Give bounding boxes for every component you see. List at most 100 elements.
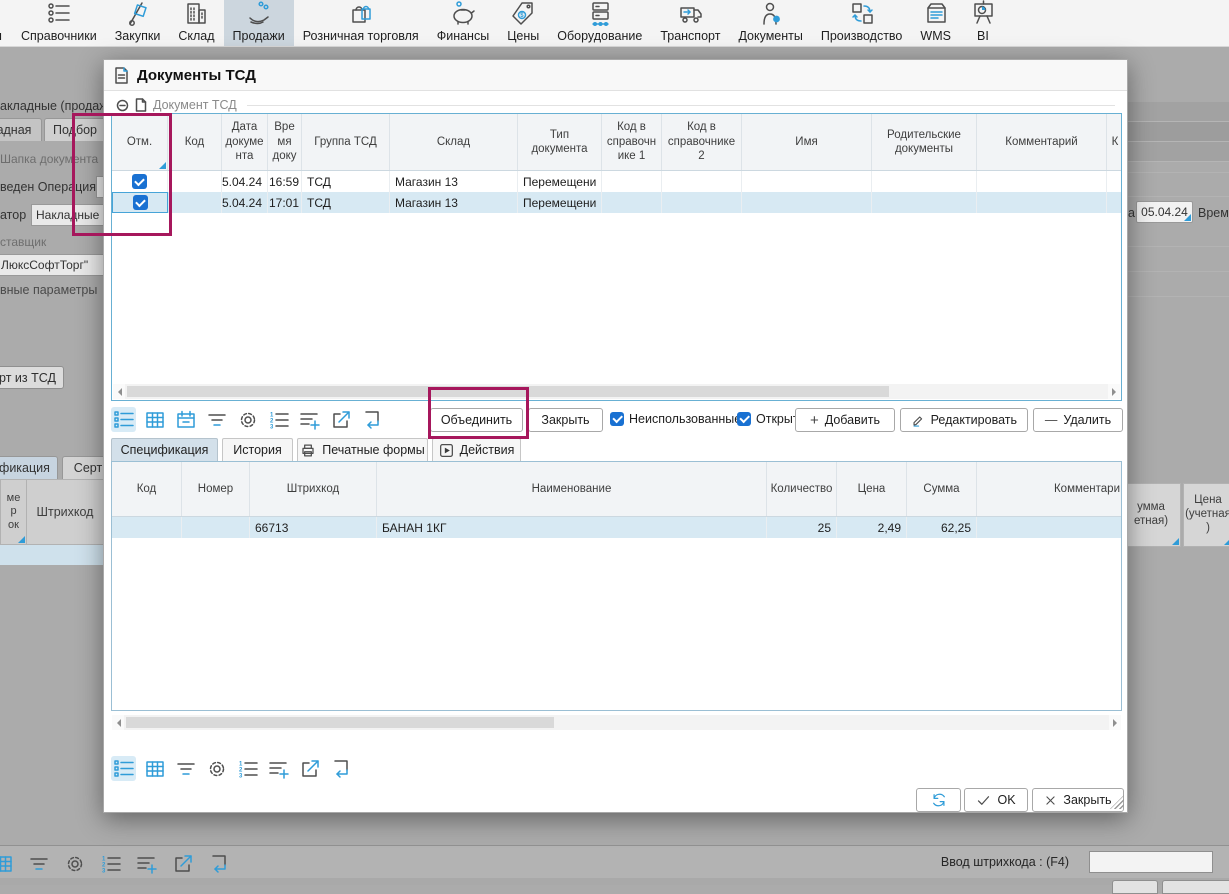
- checkbox-checked[interactable]: [737, 412, 751, 426]
- tab-history[interactable]: История: [222, 438, 293, 461]
- column-header-ref-code-2[interactable]: Код в справочнике 2: [662, 114, 742, 170]
- background-operator-field[interactable]: Накладные (п: [31, 204, 104, 226]
- collapse-icon[interactable]: [116, 99, 129, 112]
- column-header-quantity[interactable]: Количество: [767, 462, 837, 516]
- ribbon-item-prices[interactable]: $ Цены: [498, 0, 548, 46]
- ribbon-item-references[interactable]: Справочники: [12, 0, 106, 46]
- calendar-view-icon[interactable]: [173, 407, 198, 432]
- scroll-right-arrow[interactable]: [1108, 384, 1120, 399]
- scrollbar-thumb[interactable]: [126, 717, 554, 728]
- ribbon-item-purchases[interactable]: Закупки: [106, 0, 170, 46]
- refresh-button[interactable]: [916, 788, 961, 812]
- ribbon-item-documents[interactable]: Документы: [729, 0, 811, 46]
- list-view-icon[interactable]: [111, 756, 136, 781]
- tab-print-forms[interactable]: Печатные формы: [297, 438, 428, 461]
- open-external-icon[interactable]: [297, 756, 322, 781]
- background-tab-invoice[interactable]: адная: [0, 118, 42, 141]
- ribbon-item-retail[interactable]: Розничная торговля: [294, 0, 428, 46]
- cell-marked[interactable]: [112, 171, 168, 192]
- column-header-product-name[interactable]: Наименование: [377, 462, 767, 516]
- settings-gear-icon[interactable]: [62, 851, 87, 876]
- scroll-left-arrow[interactable]: [113, 384, 125, 399]
- column-header-comment[interactable]: Комментарий: [977, 114, 1107, 170]
- open-checkbox[interactable]: Открыт: [737, 412, 799, 426]
- return-loop-icon[interactable]: [359, 407, 384, 432]
- column-header-doc-type[interactable]: Тип документа: [518, 114, 602, 170]
- ribbon-item-production[interactable]: Производство: [812, 0, 912, 46]
- ribbon-item-desktop[interactable]: стол: [0, 0, 12, 46]
- scrollbar-track[interactable]: [124, 715, 1109, 730]
- tab-specification[interactable]: Спецификация: [111, 438, 218, 461]
- grid-view-icon[interactable]: [142, 756, 167, 781]
- column-header-ref-code-1[interactable]: Код в справочнике 1: [602, 114, 662, 170]
- settings-gear-icon[interactable]: [204, 756, 229, 781]
- background-column-price-accounting[interactable]: Цена (учетная ): [1183, 483, 1229, 547]
- scrollbar-track[interactable]: [125, 384, 1108, 399]
- scrollbar-thumb[interactable]: [127, 386, 889, 397]
- column-header-barcode[interactable]: Штрихкод: [250, 462, 377, 516]
- checkbox-checked[interactable]: [133, 195, 148, 210]
- delete-button[interactable]: —Удалить: [1033, 408, 1123, 432]
- column-header-sum[interactable]: Сумма: [907, 462, 977, 516]
- ribbon-item-bi[interactable]: BI: [960, 0, 1006, 46]
- documents-table-hscrollbar[interactable]: [113, 384, 1120, 399]
- grid-view-icon[interactable]: [0, 851, 15, 876]
- column-header-comment[interactable]: Комментари: [977, 462, 1122, 516]
- background-tab-specification[interactable]: ификация: [0, 456, 58, 479]
- column-header-doc-time[interactable]: Время доку: [268, 114, 302, 170]
- column-header-number[interactable]: Номер: [182, 462, 250, 516]
- background-tab-certificates[interactable]: Серт: [62, 456, 104, 479]
- add-to-list-icon[interactable]: [134, 851, 159, 876]
- return-loop-icon[interactable]: [328, 756, 353, 781]
- document-row-selected[interactable]: 05.04.24 17:01 ТСД Магазин 13 Перемещени: [112, 192, 1121, 213]
- ribbon-item-sales[interactable]: Продажи: [224, 0, 294, 46]
- background-column-barcode[interactable]: Штрихкод: [26, 479, 104, 545]
- filter-icon[interactable]: [173, 756, 198, 781]
- numbered-list-icon[interactable]: 123: [235, 756, 260, 781]
- column-header-cut[interactable]: К: [1107, 114, 1122, 170]
- column-header-marked[interactable]: Отм.: [112, 114, 168, 170]
- close-list-button[interactable]: Закрыть: [528, 408, 603, 432]
- checkbox-checked[interactable]: [132, 174, 147, 189]
- checkbox-checked[interactable]: [610, 412, 624, 426]
- column-header-price[interactable]: Цена: [837, 462, 907, 516]
- numbered-list-icon[interactable]: 123: [98, 851, 123, 876]
- column-header-name[interactable]: Имя: [742, 114, 872, 170]
- close-dialog-button[interactable]: Закрыть: [1032, 788, 1124, 812]
- background-column-sum-accounting[interactable]: умма етная): [1127, 483, 1181, 547]
- filter-icon[interactable]: [26, 851, 51, 876]
- barcode-input[interactable]: [1089, 851, 1213, 873]
- merge-button[interactable]: Объединить: [430, 408, 523, 432]
- open-external-icon[interactable]: [328, 407, 353, 432]
- column-header-parent-docs[interactable]: Родительские документы: [872, 114, 977, 170]
- edit-button[interactable]: Редактировать: [900, 408, 1028, 432]
- scroll-right-arrow[interactable]: [1109, 715, 1121, 730]
- filter-icon[interactable]: [204, 407, 229, 432]
- column-header-warehouse[interactable]: Склад: [390, 114, 518, 170]
- column-header-code[interactable]: Код: [168, 114, 222, 170]
- background-date-field[interactable]: 05.04.24: [1136, 201, 1193, 223]
- column-header-tsd-group[interactable]: Группа ТСД: [302, 114, 390, 170]
- numbered-list-icon[interactable]: 123: [266, 407, 291, 432]
- background-column-number[interactable]: ме р ок: [0, 479, 27, 545]
- settings-gear-icon[interactable]: [235, 407, 260, 432]
- cell-marked[interactable]: [112, 192, 168, 213]
- ribbon-item-finance[interactable]: Финансы: [428, 0, 498, 46]
- background-import-tsd-button[interactable]: орт из ТСД: [0, 366, 64, 389]
- ribbon-item-transport[interactable]: Транспорт: [651, 0, 729, 46]
- ok-button[interactable]: OK: [964, 788, 1028, 812]
- background-tab-pick[interactable]: Подбор: [44, 118, 104, 141]
- ribbon-item-warehouse[interactable]: Склад: [169, 0, 223, 46]
- specification-table-hscrollbar[interactable]: [112, 715, 1121, 730]
- add-button[interactable]: +Добавить: [795, 408, 895, 432]
- scroll-left-arrow[interactable]: [112, 715, 124, 730]
- add-to-list-icon[interactable]: [266, 756, 291, 781]
- open-external-icon[interactable]: [170, 851, 195, 876]
- unused-checkbox[interactable]: Неиспользованные: [610, 412, 741, 426]
- background-supplier-field[interactable]: ЛюксСофтТорг": [0, 254, 104, 276]
- tab-actions[interactable]: Действия: [432, 438, 521, 461]
- return-loop-icon[interactable]: [206, 851, 231, 876]
- list-view-icon[interactable]: [111, 407, 136, 432]
- ribbon-item-wms[interactable]: WMS: [911, 0, 960, 46]
- specification-row-selected[interactable]: 66713 БАНАН 1КГ 25 2,49 62,25: [112, 517, 1121, 538]
